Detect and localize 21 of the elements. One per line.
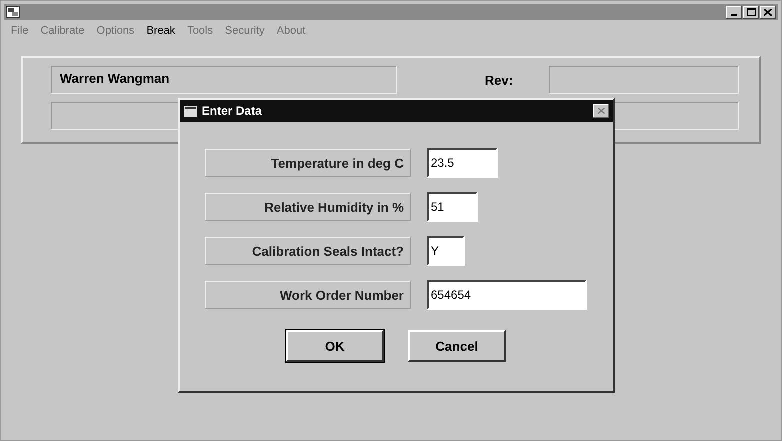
name-field: Warren Wangman <box>51 66 397 94</box>
menu-item[interactable]: Break <box>146 25 176 41</box>
dialog-title: Enter Data <box>202 104 264 118</box>
input-field[interactable]: 51 <box>427 192 478 222</box>
field-label: Work Order Number <box>205 281 411 309</box>
maximize-button[interactable] <box>743 6 759 18</box>
close-icon <box>764 8 772 16</box>
ok-button[interactable]: OK <box>286 330 384 362</box>
cancel-button[interactable]: Cancel <box>408 330 506 362</box>
maximize-icon <box>746 8 756 16</box>
close-button[interactable] <box>760 6 776 18</box>
field-label: Temperature in deg C <box>205 149 411 177</box>
minimize-button[interactable] <box>726 6 742 18</box>
input-field[interactable]: 654654 <box>427 280 587 310</box>
input-field[interactable]: 23.5 <box>427 148 498 178</box>
rev-label: Rev: <box>485 72 514 88</box>
close-icon <box>598 108 604 114</box>
input-field[interactable]: Y <box>427 236 465 266</box>
field-label: Calibration Seals Intact? <box>205 237 411 265</box>
window-icon <box>184 106 197 116</box>
field-label: Relative Humidity in % <box>205 193 411 221</box>
